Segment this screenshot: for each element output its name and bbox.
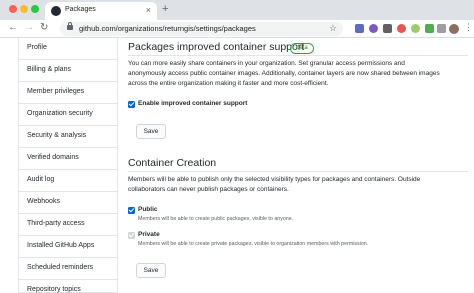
address-bar[interactable]: github.com/organizations/returngis/setti… (60, 22, 343, 36)
sidebar-item-label: Scheduled reminders (27, 264, 94, 271)
container-creation-description: Members will be able to publish only the… (128, 176, 421, 193)
sidebar-item-label: Security & analysis (27, 132, 87, 139)
back-arrow-icon[interactable]: ← (8, 22, 18, 34)
save-button[interactable]: Save (136, 124, 166, 139)
settings-main: Packages improved container support beta… (128, 38, 468, 293)
sidebar-item-label: Verified domains (27, 154, 79, 161)
sidebar-item-verified-domains[interactable]: Verified domains (19, 148, 117, 170)
maximize-window-button[interactable] (31, 5, 39, 13)
sidebar-item-member-privileges[interactable]: Member privileges (19, 82, 117, 104)
private-checkbox[interactable] (128, 232, 135, 239)
sidebar-item-label: Audit log (27, 176, 55, 183)
sidebar-item-label: Third-party access (27, 220, 85, 227)
browser-tab[interactable]: Packages × (45, 2, 157, 20)
section-divider (128, 171, 468, 172)
checkbox-label: Enable improved container support (138, 100, 248, 107)
settings-sidebar: Profile Billing & plans Member privilege… (18, 38, 118, 293)
sidebar-item-installed-apps[interactable]: Installed GitHub Apps (19, 236, 117, 258)
forward-arrow-icon[interactable]: → (24, 22, 34, 34)
sidebar-item-repository-topics[interactable]: Repository topics (19, 280, 117, 293)
sidebar-item-billing[interactable]: Billing & plans (19, 60, 117, 82)
extension-icon[interactable] (383, 24, 392, 33)
url-text: github.com/organizations/returngis/setti… (79, 24, 256, 33)
browser-toolbar: ← → ↻ github.com/organizations/returngis… (0, 20, 474, 38)
minimize-window-button[interactable] (20, 5, 28, 13)
sidebar-item-profile[interactable]: Profile (19, 38, 117, 60)
tab-title: Packages (65, 6, 96, 13)
lock-icon (67, 22, 73, 30)
more-menu-icon[interactable]: ⋮ (464, 22, 473, 33)
public-checkbox[interactable] (128, 207, 135, 214)
extension-icon[interactable] (425, 24, 434, 33)
sidebar-item-label: Billing & plans (27, 66, 71, 73)
sidebar-item-label: Repository topics (27, 286, 81, 293)
extensions-puzzle-icon[interactable] (437, 24, 446, 33)
private-hint: Members will be able to create private p… (138, 241, 369, 247)
extension-icon[interactable] (397, 24, 406, 33)
close-window-button[interactable] (9, 5, 17, 13)
sidebar-item-label: Profile (27, 44, 47, 51)
sidebar-item-label: Installed GitHub Apps (27, 242, 95, 249)
extension-icon[interactable] (411, 24, 420, 33)
beta-badge: beta (290, 43, 314, 54)
sidebar-item-webhooks[interactable]: Webhooks (19, 192, 117, 214)
private-label: Private (138, 231, 160, 238)
sidebar-item-label: Member privileges (27, 88, 85, 95)
save-button[interactable]: Save (136, 263, 166, 278)
profile-avatar[interactable] (449, 24, 459, 34)
sidebar-item-label: Webhooks (27, 198, 60, 205)
container-support-description: You can more easily share containers in … (128, 60, 440, 87)
container-support-title: Packages improved container support (128, 41, 305, 53)
public-label: Public (138, 206, 158, 213)
browser-tab-bar: Packages × + (0, 0, 474, 20)
sidebar-item-label: Organization security (27, 110, 93, 117)
github-icon (51, 6, 61, 16)
sidebar-item-scheduled-reminders[interactable]: Scheduled reminders (19, 258, 117, 280)
reload-icon[interactable]: ↻ (40, 22, 48, 34)
public-hint: Members will be able to create public pa… (138, 216, 294, 222)
sidebar-item-organization-security[interactable]: Organization security (19, 104, 117, 126)
settings-page: Profile Billing & plans Member privilege… (0, 38, 474, 293)
sidebar-item-security-analysis[interactable]: Security & analysis (19, 126, 117, 148)
bookmark-star-icon[interactable]: ☆ (329, 23, 337, 34)
sidebar-item-audit-log[interactable]: Audit log (19, 170, 117, 192)
close-tab-icon[interactable]: × (146, 5, 151, 15)
enable-container-support-checkbox[interactable] (128, 101, 135, 108)
extension-icon[interactable] (369, 24, 378, 33)
section-divider (128, 55, 468, 56)
new-tab-icon[interactable]: + (162, 3, 168, 15)
extension-icon[interactable] (355, 24, 364, 33)
sidebar-item-third-party-access[interactable]: Third-party access (19, 214, 117, 236)
container-creation-title: Container Creation (128, 157, 217, 169)
